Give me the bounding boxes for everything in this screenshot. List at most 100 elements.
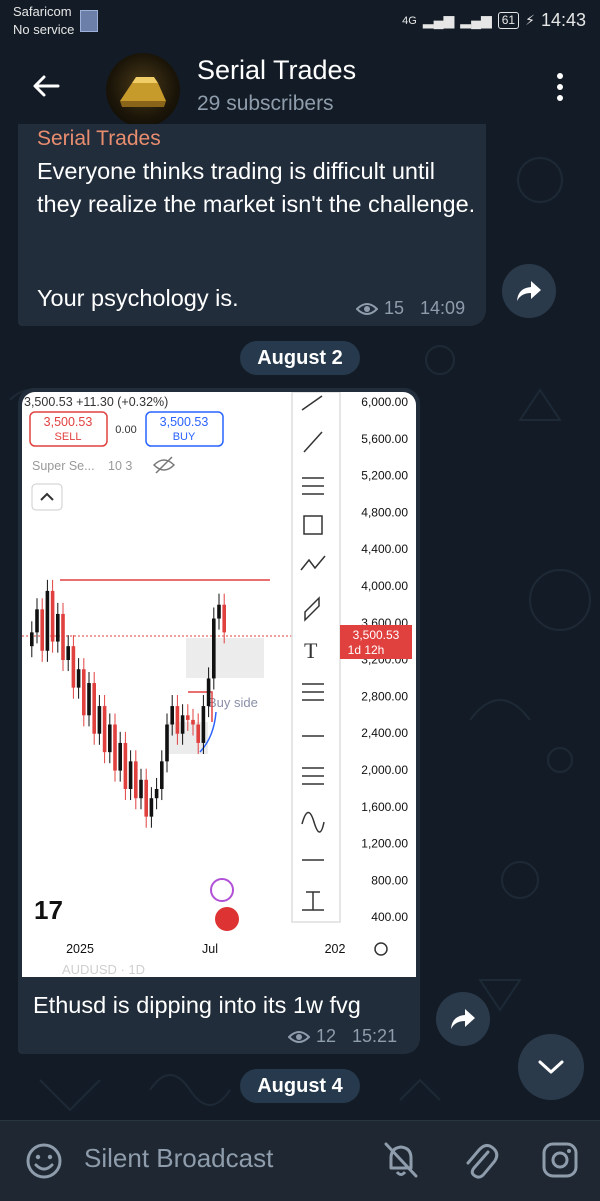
candle-body — [40, 609, 44, 651]
candle-body — [212, 618, 216, 679]
trading-chart: 3,500.53 +11.30 (+0.32%) 3,500.53 SELL 0… — [22, 392, 412, 977]
forward-button[interactable] — [502, 264, 556, 318]
price-tag-value: 3,500.53 — [353, 628, 400, 642]
candle-body — [61, 613, 65, 660]
candle-body — [30, 632, 34, 647]
date-separator: August 2 — [240, 341, 360, 375]
price-axis: 6,000.00 5,600.00 5,200.00 4,800.00 4,400.00… — [361, 395, 408, 924]
candle-body — [139, 779, 143, 799]
y-tick: 2,000.00 — [361, 763, 408, 777]
fvg-zone — [186, 638, 264, 678]
x-tick: Jul — [202, 942, 218, 956]
status-bar: Safaricom No service 4G ▂▄▆ ▂▄▆ 61 ⚡ 14:… — [0, 0, 600, 44]
y-tick: 2,400.00 — [361, 726, 408, 740]
candle-body — [134, 761, 138, 799]
y-tick: 4,400.00 — [361, 542, 408, 556]
candle-body — [102, 706, 107, 753]
eye-icon — [288, 1030, 310, 1043]
text-tool-icon: T — [304, 638, 318, 663]
candle-body — [144, 779, 148, 817]
signal-off-icon: ▂▄▆ — [460, 12, 492, 28]
scroll-down-button[interactable] — [518, 1034, 584, 1100]
candle-body — [149, 798, 154, 817]
y-tick: 1,200.00 — [361, 837, 408, 851]
sell-label: SELL — [55, 431, 82, 443]
message-sender: Serial Trades — [37, 127, 161, 149]
x-tick: 202 — [325, 942, 346, 956]
battery-icon: 61 — [497, 12, 520, 29]
candle-body — [191, 719, 195, 725]
back-arrow-icon[interactable] — [26, 66, 66, 106]
channel-title[interactable]: Serial Trades — [197, 55, 356, 86]
quote-line: 3,500.53 +11.30 (+0.32%) — [24, 395, 168, 409]
message-input-placeholder[interactable]: Silent Broadcast — [84, 1143, 273, 1174]
status-right: 4G ▂▄▆ ▂▄▆ 61 ⚡ 14:43 — [402, 10, 586, 31]
price-tag-countdown: 1d 12h — [348, 643, 385, 657]
sell-price: 3,500.53 — [44, 415, 93, 429]
channel-avatar[interactable] — [106, 53, 180, 127]
emoji-icon[interactable] — [24, 1141, 64, 1181]
candle-body — [71, 646, 76, 688]
subscriber-count: 29 subscribers — [197, 92, 334, 115]
y-tick: 1,600.00 — [361, 800, 408, 814]
zone-label: Buy side — [208, 695, 258, 710]
instagram-icon[interactable] — [540, 1140, 580, 1180]
candle-body — [108, 724, 112, 753]
flag-badge-icon — [215, 907, 239, 931]
date-separator: August 4 — [240, 1069, 360, 1103]
candle-body — [118, 742, 122, 771]
candle-body — [160, 761, 164, 789]
message-text-line2: Your psychology is. — [37, 285, 239, 311]
y-tick: 4,800.00 — [361, 505, 408, 519]
candle-body — [217, 604, 221, 619]
chart-watermark: AUDUSD · 1D — [62, 962, 145, 977]
gold-bar-image — [120, 77, 166, 107]
forward-button[interactable] — [436, 992, 490, 1046]
eye-icon — [356, 302, 378, 315]
y-tick: 4,000.00 — [361, 579, 408, 593]
candle-body — [222, 604, 226, 633]
more-vertical-icon[interactable] — [548, 70, 572, 104]
message-meta: 15 14:09 — [356, 298, 465, 319]
candle-body — [76, 669, 81, 688]
bell-off-icon[interactable] — [382, 1140, 420, 1180]
indicator-params: 10 3 — [108, 459, 132, 473]
candle-body — [113, 724, 117, 771]
candle-body — [35, 609, 39, 633]
paperclip-icon[interactable] — [460, 1138, 500, 1182]
lightning-badge-icon — [210, 878, 234, 902]
indicator-name: Super Se... — [32, 459, 95, 473]
y-tick: 6,000.00 — [361, 395, 408, 409]
message-text: Everyone thinks trading is difficult unt… — [37, 158, 476, 217]
network-label: 4G — [402, 14, 417, 27]
candle-body — [170, 706, 174, 725]
candle-body — [50, 590, 55, 642]
y-tick: 5,600.00 — [361, 432, 408, 446]
message-time: 14:09 — [420, 298, 466, 318]
candle-body — [128, 761, 133, 789]
chart-screenshot-image[interactable]: 3,500.53 +11.30 (+0.32%) 3,500.53 SELL 0… — [22, 392, 416, 977]
candle-body — [92, 683, 96, 734]
y-tick: 2,800.00 — [361, 689, 408, 703]
candle-body — [123, 742, 128, 789]
candle-body — [206, 678, 211, 707]
message-meta: 12 15:21 — [288, 1026, 397, 1047]
candle-body — [66, 646, 70, 660]
message-time: 15:21 — [352, 1026, 398, 1046]
candle-body — [180, 715, 185, 734]
y-tick: 400.00 — [371, 910, 408, 924]
candle-body — [45, 590, 50, 651]
candle-body — [154, 789, 159, 799]
candle-body — [56, 613, 60, 642]
candle-body — [175, 706, 180, 734]
candle-body — [87, 683, 91, 716]
message-caption: Ethusd is dipping into its 1w fvg — [33, 992, 361, 1018]
buy-label: BUY — [173, 431, 196, 443]
signal-icon: ▂▄▆ — [422, 12, 455, 28]
view-count: 15 — [384, 298, 405, 318]
candle-body — [97, 706, 102, 734]
app-notification-icon — [80, 10, 98, 32]
forward-icon — [517, 281, 541, 301]
service-label: No service — [13, 22, 75, 37]
buy-price: 3,500.53 — [160, 415, 209, 429]
